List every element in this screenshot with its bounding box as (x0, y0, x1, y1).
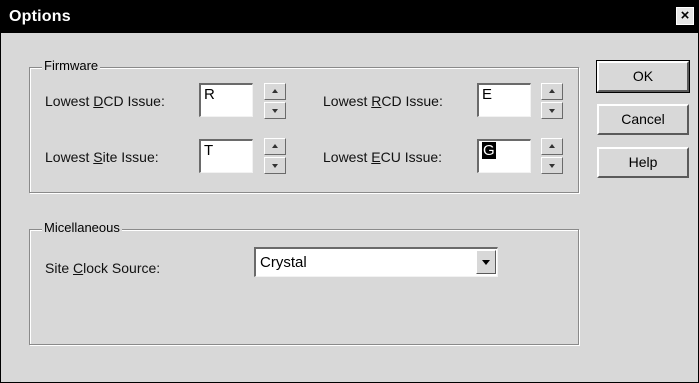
lowest-site-issue-input[interactable]: T (199, 139, 253, 173)
label-text: Lowest (323, 93, 372, 109)
site-clock-source-select[interactable]: Crystal (254, 247, 498, 277)
label-hotkey: C (73, 260, 84, 276)
label-hotkey: D (93, 93, 104, 109)
lowest-dcd-issue-label: Lowest DCD Issue: (45, 93, 165, 109)
label-hotkey: R (371, 93, 382, 109)
spin-up-arrow-icon[interactable] (264, 83, 286, 100)
lowest-site-issue-spinner (264, 138, 286, 174)
label-text: CU Issue: (380, 149, 443, 165)
label-text: ite Issue: (102, 149, 159, 165)
lowest-site-issue-label: Lowest Site Issue: (45, 149, 159, 165)
options-dialog: Options × Firmware Lowest DCD Issue: R L… (0, 0, 699, 383)
lowest-dcd-issue-input[interactable]: R (199, 83, 253, 117)
title-bar[interactable]: Options × (1, 1, 698, 33)
label-text: CD Issue: (381, 93, 443, 109)
close-icon[interactable]: × (676, 7, 694, 25)
lowest-dcd-issue-spinner (264, 83, 286, 119)
spin-up-arrow-icon[interactable] (541, 138, 563, 155)
spin-down-arrow-icon[interactable] (541, 102, 563, 119)
dialog-title: Options (9, 8, 71, 25)
spin-up-arrow-icon[interactable] (264, 138, 286, 155)
miscellaneous-group-label: Micellaneous (42, 220, 122, 235)
spin-down-arrow-icon[interactable] (264, 102, 286, 119)
lowest-ecu-issue-spinner (541, 138, 563, 174)
spin-up-arrow-icon[interactable] (541, 83, 563, 100)
lowest-rcd-issue-label: Lowest RCD Issue: (323, 93, 443, 109)
selected-text: G (482, 142, 496, 159)
lowest-rcd-issue-spinner (541, 83, 563, 119)
lowest-ecu-issue-label: Lowest ECU Issue: (323, 149, 442, 165)
lowest-ecu-issue-input[interactable]: G (477, 139, 531, 173)
label-hotkey: E (371, 149, 381, 165)
chevron-down-icon[interactable] (476, 250, 496, 274)
site-clock-source-value: Crystal (260, 254, 307, 271)
spin-down-arrow-icon[interactable] (264, 157, 286, 174)
label-hotkey: S (93, 149, 103, 165)
label-text: CD Issue: (103, 93, 165, 109)
help-button[interactable]: Help (597, 147, 689, 178)
firmware-group-label: Firmware (42, 58, 101, 73)
cancel-button[interactable]: Cancel (597, 104, 689, 135)
lowest-rcd-issue-input[interactable]: E (477, 83, 531, 117)
label-text: Lowest (45, 149, 94, 165)
label-text: Lowest (323, 149, 372, 165)
label-text: Site (45, 260, 74, 276)
label-text: Lowest (45, 93, 94, 109)
ok-button[interactable]: OK (596, 60, 690, 93)
spin-down-arrow-icon[interactable] (541, 157, 563, 174)
label-text: lock Source: (83, 260, 161, 276)
site-clock-source-label: Site Clock Source: (45, 260, 160, 276)
